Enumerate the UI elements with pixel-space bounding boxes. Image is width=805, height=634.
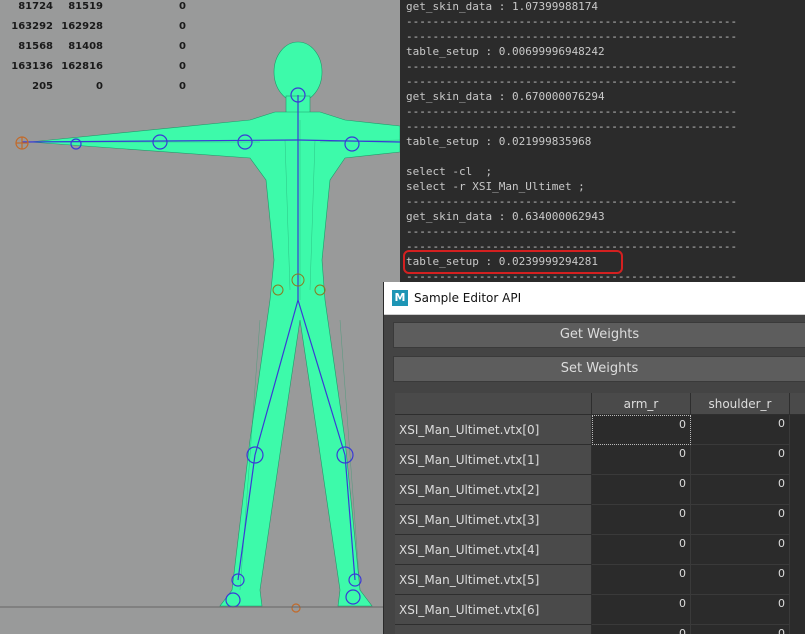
row-header[interactable]: XSI_Man_Ultimet.vtx[3] (395, 505, 592, 535)
weight-cell[interactable]: 0 (592, 625, 691, 634)
stats-cell: 163136 (11, 61, 53, 72)
weight-cell[interactable]: 0 (592, 415, 691, 445)
column-header[interactable]: shoulder_r (691, 393, 790, 415)
output-line: ----------------------------------------… (406, 75, 738, 88)
stats-cell: 0 (179, 81, 186, 92)
weight-cell[interactable]: 0 (592, 475, 691, 505)
output-line: ----------------------------------------… (406, 195, 738, 208)
row-header[interactable]: XSI_Man_Ultimet.vtx[4] (395, 535, 592, 565)
row-header[interactable]: XSI_Man_Ultimet.vtx[0] (395, 415, 592, 445)
row-header[interactable] (395, 625, 592, 634)
output-line: get_skin_data : 0.670000076294 (406, 90, 605, 103)
column-header-extra (790, 393, 805, 415)
stats-cell: 81408 (68, 41, 103, 52)
output-line: table_setup : 0.00699996948242 (406, 45, 605, 58)
weight-cell[interactable]: 0 (691, 565, 790, 595)
stats-cell: 81519 (68, 1, 103, 12)
weight-cell[interactable]: 0 (691, 475, 790, 505)
output-line: get_skin_data : 1.07399988174 (406, 0, 599, 13)
stats-cell: 162816 (61, 61, 103, 72)
row-header[interactable]: XSI_Man_Ultimet.vtx[6] (395, 595, 592, 625)
viewport[interactable]: 81724 81519 0 163292 162928 0 81568 8140… (0, 0, 400, 634)
stats-cell: 81724 (18, 1, 53, 12)
output-line: ----------------------------------------… (406, 105, 738, 118)
stats-cell: 0 (96, 81, 103, 92)
weight-cell[interactable]: 0 (592, 565, 691, 595)
weight-cell[interactable]: 0 (691, 505, 790, 535)
weight-cell[interactable]: 0 (592, 505, 691, 535)
output-line: get_skin_data : 0.634000062943 (406, 210, 605, 223)
stats-cell: 0 (179, 41, 186, 52)
script-editor-output[interactable]: get_skin_data : 1.07399988174 ----------… (400, 0, 805, 290)
row-header[interactable]: XSI_Man_Ultimet.vtx[5] (395, 565, 592, 595)
output-line: ----------------------------------------… (406, 225, 738, 238)
stats-cell: 0 (179, 21, 186, 32)
set-weights-button[interactable]: Set Weights (393, 356, 805, 382)
weight-cell[interactable]: 0 (592, 595, 691, 625)
stats-cell: 0 (179, 1, 186, 12)
weights-table[interactable]: arm_r shoulder_r XSI_Man_Ultimet.vtx[0] … (395, 393, 805, 634)
get-weights-button[interactable]: Get Weights (393, 322, 805, 348)
weight-cell[interactable]: 0 (691, 595, 790, 625)
output-line: ----------------------------------------… (406, 15, 738, 28)
weight-cell[interactable]: 0 (691, 625, 790, 634)
highlight-box (403, 250, 623, 274)
column-header[interactable]: arm_r (592, 393, 691, 415)
weight-cell[interactable]: 0 (691, 415, 790, 445)
output-line: ----------------------------------------… (406, 120, 738, 133)
weight-cell[interactable]: 0 (592, 535, 691, 565)
output-line: select -cl ; (406, 165, 493, 178)
window-titlebar[interactable]: M Sample Editor API (384, 282, 805, 315)
output-line: ----------------------------------------… (406, 30, 738, 43)
row-header[interactable]: XSI_Man_Ultimet.vtx[1] (395, 445, 592, 475)
weight-cell[interactable]: 0 (691, 535, 790, 565)
corner-header (395, 393, 592, 415)
output-line: table_setup : 0.021999835968 (406, 135, 592, 148)
output-line: ----------------------------------------… (406, 60, 738, 73)
stats-cell: 162928 (61, 21, 103, 32)
maya-logo-icon: M (392, 290, 408, 306)
stats-cell: 0 (179, 61, 186, 72)
row-header[interactable]: XSI_Man_Ultimet.vtx[2] (395, 475, 592, 505)
weight-cell[interactable]: 0 (691, 445, 790, 475)
stats-cell: 163292 (11, 21, 53, 32)
sample-editor-window[interactable]: M Sample Editor API Get Weights Set Weig… (383, 282, 805, 634)
output-line: select -r XSI_Man_Ultimet ; (406, 180, 585, 193)
window-title: Sample Editor API (414, 291, 522, 305)
stats-cell: 81568 (18, 41, 53, 52)
weight-cell[interactable]: 0 (592, 445, 691, 475)
stats-cell: 205 (32, 81, 53, 92)
